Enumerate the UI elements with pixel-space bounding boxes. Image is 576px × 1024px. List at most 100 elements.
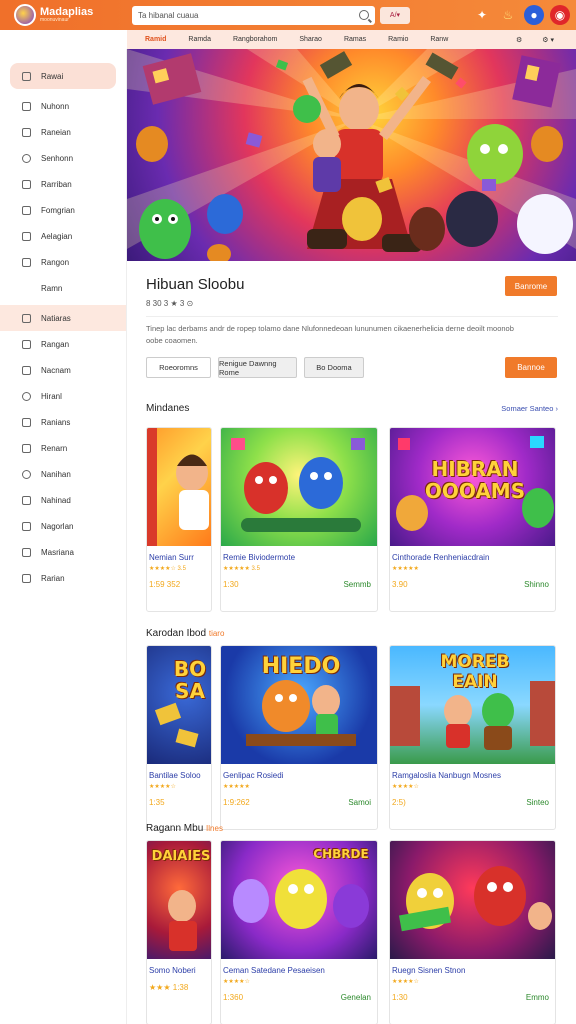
grid-icon: [22, 101, 31, 111]
language-button[interactable]: A/▾: [380, 6, 410, 24]
card-rating: 1:9:262: [223, 798, 250, 807]
card-action[interactable]: Semmb: [343, 580, 371, 589]
card-action[interactable]: Samoi: [348, 798, 371, 807]
game-card[interactable]: Nemian Surr ★★★★☆ 3.5 1:59 352: [146, 427, 212, 612]
sidebar-item-4[interactable]: Rarriban: [0, 171, 116, 197]
sidebar-item-1[interactable]: Nuhonn: [0, 93, 116, 119]
game-thumbnail: [147, 428, 211, 546]
tag-icon: [22, 417, 31, 427]
card-rating: 1:30: [223, 580, 239, 589]
subnav-item-5[interactable]: Ramio: [388, 36, 408, 43]
game-card[interactable]: HIBRAN OOOAMS Cinthorade Renheniacdrain …: [389, 427, 556, 612]
sidebar-item-15[interactable]: Nanihan: [0, 461, 116, 487]
card-title: Bantilae Soloo: [149, 771, 201, 780]
sidebar-item-16[interactable]: Nahinad: [0, 487, 116, 513]
sidebar-item-7[interactable]: Rangon: [0, 249, 116, 275]
card-art: [231, 438, 365, 532]
subnav-item-2[interactable]: Rangborahom: [233, 36, 277, 43]
list-icon: [22, 547, 31, 557]
subnav-item-4[interactable]: Ramas: [344, 36, 366, 43]
sidebar-item-17[interactable]: Nagorlan: [0, 513, 116, 539]
subnav-item-6[interactable]: Ranw: [430, 36, 448, 43]
subnav-item-1[interactable]: Ramda: [188, 36, 211, 43]
card-stars: ★★★★☆: [149, 784, 176, 790]
card-rating: 1:59 352: [149, 580, 181, 589]
sidebar-item-18[interactable]: Masriana: [0, 539, 116, 565]
card-title: Somo Noberi: [149, 966, 196, 975]
site-logo[interactable]: Madaplias moonuvinaur: [0, 4, 127, 26]
see-all-link[interactable]: Somaer Santeo ›: [501, 404, 558, 413]
card-action[interactable]: Emmo: [526, 993, 549, 1002]
card-art: [398, 866, 552, 932]
game-title: Hibuan Sloobu: [146, 276, 245, 293]
sidebar-item-0[interactable]: Rawai: [10, 63, 116, 89]
option-button-2[interactable]: Renigue Dawnng Rome: [218, 357, 297, 378]
action-button[interactable]: Bannoe: [505, 357, 557, 378]
gift-icon[interactable]: ✦: [472, 5, 492, 25]
home-icon: [22, 71, 31, 81]
sidebar-item-13[interactable]: Ranians: [0, 409, 116, 435]
logo-subtitle: moonuvinaur: [40, 17, 69, 23]
search-input[interactable]: Ta hibanal cuaua: [132, 5, 375, 25]
sidebar-item-2[interactable]: Raneian: [0, 119, 116, 145]
game-card[interactable]: MOREB EAIN Ramgaloslia Nanbugn Mosnes ★★…: [389, 645, 556, 830]
card-stars: ★★★★☆: [223, 979, 250, 985]
card-title: Cinthorade Renheniacdrain: [392, 553, 490, 562]
game-card[interactable]: CHBRDE Ceman Satedane Pesaeisen ★★★★☆ 1:…: [220, 840, 378, 1024]
game-thumbnail: DAIAIES: [147, 841, 211, 959]
sidebar-item-11[interactable]: Nacnam: [0, 357, 116, 383]
sidebar-item-8[interactable]: Ramn: [0, 275, 116, 301]
logo-icon: [14, 4, 36, 26]
game-description: Tinep lac derbams andr de ropep tolamo d…: [146, 324, 514, 345]
cup-icon: [22, 339, 31, 349]
subnav-item-0[interactable]: Ramid: [145, 36, 166, 43]
subnav-item-3[interactable]: Sharao: [299, 36, 322, 43]
play-button[interactable]: Banrome: [505, 276, 557, 296]
sidebar-item-10[interactable]: Rangan: [0, 331, 116, 357]
sidebar-item-9[interactable]: Natiaras: [0, 305, 126, 331]
card-title: Genlipac Rosiedi: [223, 771, 284, 780]
sidebar-item-6[interactable]: Aelagian: [0, 223, 116, 249]
card-stars: ★★★★☆: [392, 784, 419, 790]
edit-icon: [22, 495, 31, 505]
section-title: Mindanes: [146, 403, 190, 414]
card-stars: ★★★★★ 3.5: [223, 566, 260, 572]
game-card[interactable]: BO SA Bantilae Soloo ★★★★☆ 1:35: [146, 645, 212, 830]
card-rating: 3.90: [392, 580, 408, 589]
sidebar-item-5[interactable]: Fomgrian: [0, 197, 116, 223]
game-thumbnail: BO SA: [147, 646, 211, 764]
card-title: Remie Biviodermote: [223, 553, 296, 562]
search-icon[interactable]: [359, 10, 369, 20]
card-rating: ★★★ 1:38: [149, 983, 189, 992]
profile-icon[interactable]: ●: [524, 5, 544, 25]
card-art: [168, 890, 197, 951]
sidebar-item-12[interactable]: Hiranl: [0, 383, 116, 409]
settings-icon[interactable]: ⚙: [516, 36, 522, 44]
game-card[interactable]: DAIAIES Somo Noberi ★★★ 1:38: [146, 840, 212, 1024]
options-dropdown-icon[interactable]: ⚙ ▾: [542, 36, 554, 44]
puzzle-icon: [22, 231, 31, 241]
option-button-1[interactable]: Roeoromns: [146, 357, 211, 378]
section-title: Ragann Mbu Ilnes: [146, 823, 223, 834]
option-button-3[interactable]: Bo Dooma: [304, 357, 364, 378]
sidebar-item-14[interactable]: Renarn: [0, 435, 116, 461]
sidebar-item-19[interactable]: Rarian: [0, 565, 116, 591]
fire-icon[interactable]: ♨: [498, 5, 518, 25]
card-action[interactable]: Sinteo: [526, 798, 549, 807]
card-rating: 1:35: [149, 798, 165, 807]
game-thumbnail: [390, 841, 555, 959]
grid-icon: [22, 127, 31, 137]
card-art: [233, 869, 369, 929]
clock-icon: [22, 391, 31, 401]
notification-icon[interactable]: ◉: [550, 5, 570, 25]
card-action[interactable]: Shinno: [524, 580, 549, 589]
sidebar-item-3[interactable]: Senhonn: [0, 145, 116, 171]
hero-banner[interactable]: [127, 49, 576, 261]
game-card[interactable]: Remie Biviodermote ★★★★★ 3.5 1:30 Semmb: [220, 427, 378, 612]
game-meta: 8 30 3 ★ 3 ⊙: [146, 299, 194, 308]
game-card[interactable]: Ruegn Sisnen Stnon ★★★★☆ 1:30 Emmo: [389, 840, 556, 1024]
card-action[interactable]: Genelan: [341, 993, 371, 1002]
card-title: Ceman Satedane Pesaeisen: [223, 966, 325, 975]
card-title: Nemian Surr: [149, 553, 194, 562]
game-card[interactable]: HIEDO Genlipac Rosiedi ★★★★★ 1:9:262 Samo…: [220, 645, 378, 830]
